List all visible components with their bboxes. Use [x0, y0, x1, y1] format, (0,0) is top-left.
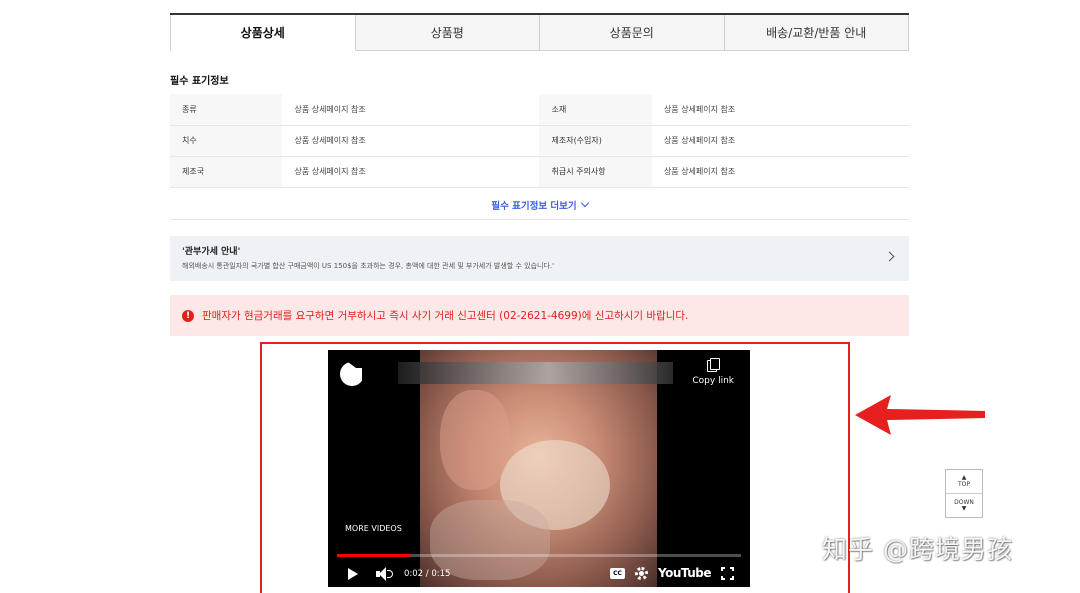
arrow-down-icon: ▼: [961, 505, 967, 512]
tab-shipping-returns[interactable]: 배송/교환/반품 안내: [724, 15, 909, 51]
required-info-table: 종류 상품 상세페이지 참조 소재 상품 상세페이지 참조 치수 상품 상세페이…: [170, 94, 909, 188]
scroll-controls: ▲ TOP DOWN ▼: [945, 469, 983, 518]
info-label: 종류: [170, 94, 283, 126]
customs-notice-text: 해외배송시 통관일자의 국가별 합산 구매금액이 US 150$을 초과하는 경…: [182, 262, 555, 270]
alert-icon: !: [182, 309, 194, 322]
tab-product-detail[interactable]: 상품상세: [170, 15, 356, 51]
info-value: 상품 상세페이지 참조: [651, 125, 909, 157]
player-controls: 0:02 / 0:15 CC YouTube: [328, 560, 750, 587]
play-icon[interactable]: [348, 567, 358, 580]
info-value: 상품 상세페이지 참조: [651, 94, 909, 126]
scroll-top-label: TOP: [957, 481, 970, 488]
required-info-more-button[interactable]: 필수 표기정보 더보기: [170, 190, 909, 220]
video-frame[interactable]: [420, 350, 657, 587]
youtube-player[interactable]: Copy link MORE VIDEOS 0:02 / 0:15 CC You…: [328, 350, 750, 587]
more-videos-button[interactable]: MORE VIDEOS: [345, 524, 402, 533]
info-label: 제조국: [170, 156, 283, 188]
volume-icon[interactable]: [376, 566, 394, 581]
youtube-logo[interactable]: YouTube: [658, 566, 712, 580]
info-value: 상품 상세페이지 참조: [651, 156, 909, 188]
copy-link-label: Copy link: [692, 376, 734, 386]
tab-product-inquiry[interactable]: 상품문의: [540, 15, 725, 51]
info-label: 제조자(수입자): [539, 125, 652, 157]
video-content: [440, 390, 510, 490]
copy-icon: [707, 358, 721, 372]
progress-bar[interactable]: [337, 554, 741, 557]
info-value: 상품 상세페이지 참조: [282, 125, 540, 157]
table-row: 제조국 상품 상세페이지 참조 취급시 주의사항 상품 상세페이지 참조: [170, 156, 909, 188]
table-row: 종류 상품 상세페이지 참조 소재 상품 상세페이지 참조: [170, 94, 909, 126]
info-label: 소재: [539, 94, 652, 126]
customs-notice[interactable]: '관부가세 안내' 해외배송시 통관일자의 국가별 합산 구매금액이 US 15…: [170, 236, 909, 281]
fraud-warning-banner: ! 판매자가 현금거래를 요구하면 거부하시고 즉시 사기 거래 신고센터 (0…: [170, 295, 909, 336]
detail-tabs: 상품상세 상품평 상품문의 배송/교환/반품 안내: [170, 13, 909, 51]
required-info-more-label: 필수 표기정보 더보기: [491, 200, 577, 212]
required-info-title: 필수 표기정보: [170, 76, 229, 87]
red-arrow-annotation: [855, 395, 985, 435]
gear-icon[interactable]: [634, 566, 648, 580]
watermark: 知乎 @跨境男孩: [822, 535, 1013, 564]
fraud-warning-text: 판매자가 현금거래를 요구하면 거부하시고 즉시 사기 거래 신고센터 (02-…: [202, 310, 689, 322]
blurred-video-title: [398, 362, 673, 384]
info-label: 치수: [170, 125, 283, 157]
info-value: 상품 상세페이지 참조: [282, 94, 540, 126]
progress-fill: [337, 554, 410, 557]
copy-link-button[interactable]: Copy link: [692, 358, 734, 386]
chevron-down-icon: [580, 198, 589, 208]
channel-avatar-icon[interactable]: [338, 358, 374, 388]
info-label: 취급시 주의사항: [539, 156, 652, 188]
fullscreen-icon[interactable]: [721, 566, 734, 580]
captions-icon[interactable]: CC: [609, 567, 625, 579]
time-display: 0:02 / 0:15: [404, 568, 451, 579]
scroll-top-button[interactable]: ▲ TOP: [946, 470, 982, 493]
tab-product-reviews[interactable]: 상품평: [355, 15, 540, 51]
table-row: 치수 상품 상세페이지 참조 제조자(수입자) 상품 상세페이지 참조: [170, 125, 909, 157]
scroll-down-button[interactable]: DOWN ▼: [946, 493, 982, 517]
customs-notice-title: '관부가세 안내': [182, 247, 241, 257]
info-value: 상품 상세페이지 참조: [282, 156, 540, 188]
